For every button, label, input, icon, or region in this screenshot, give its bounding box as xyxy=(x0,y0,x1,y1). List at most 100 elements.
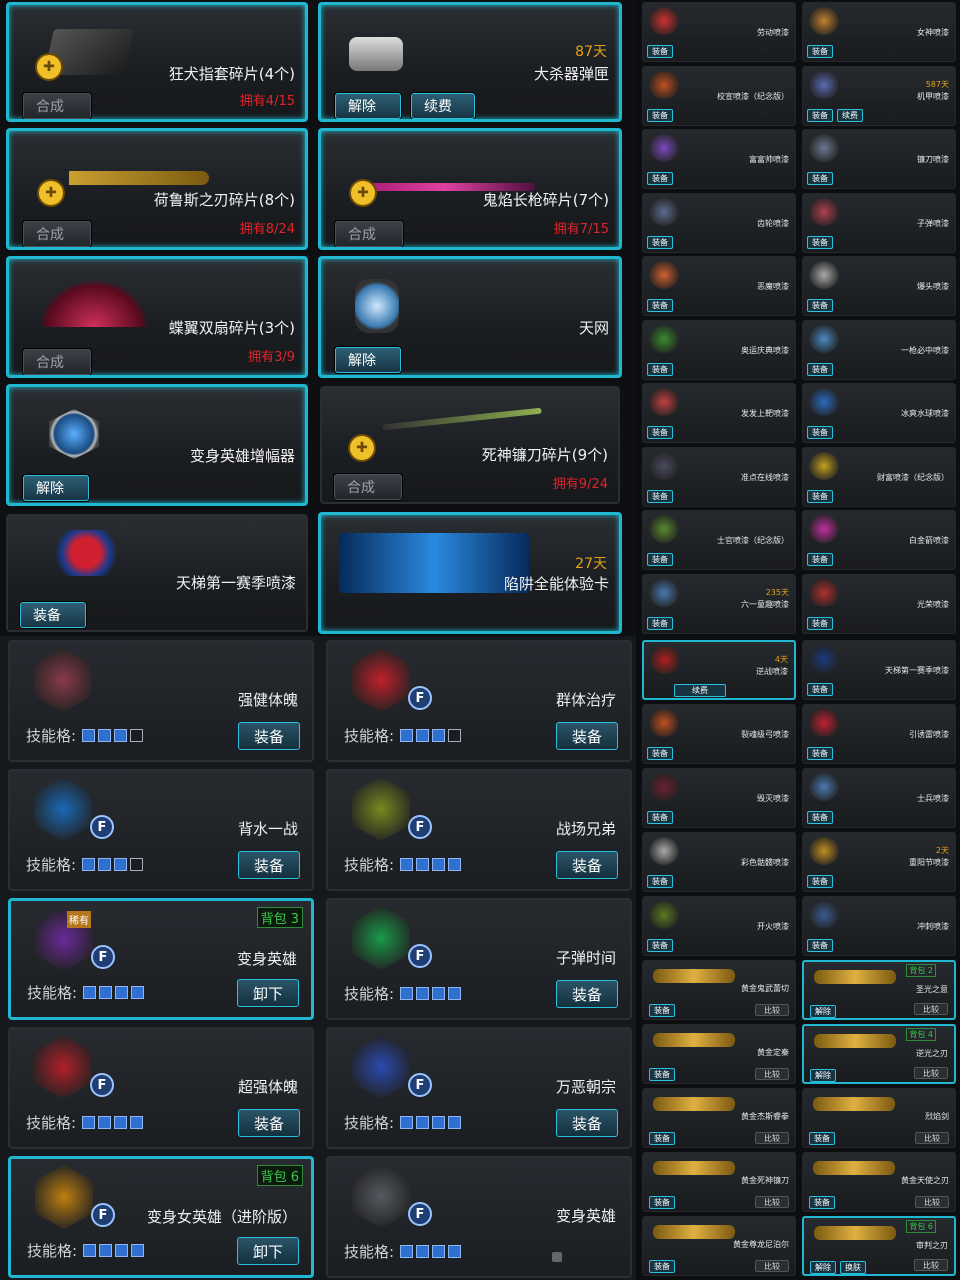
equip-button[interactable]: 装备 xyxy=(649,1132,675,1145)
spray-card-15[interactable]: 财富喷漆（纪念版） 装备 xyxy=(802,446,956,507)
equip-button[interactable]: 装备 xyxy=(807,683,833,696)
spray-card-5[interactable]: 镰刀喷漆 装备 xyxy=(802,129,956,189)
weapon-card-8[interactable]: 黄金尊龙尼泊尔 装备 比较 xyxy=(642,1216,796,1276)
spray-card-b4[interactable]: 毁灭喷漆 装备 xyxy=(642,768,796,828)
equip-button[interactable]: 装备 xyxy=(647,108,673,122)
skill-card-6[interactable]: F 超强体魄 技能格: 装备 xyxy=(8,1027,314,1149)
equip-button[interactable]: 装备 xyxy=(807,426,833,439)
combine-button[interactable]: 合成 xyxy=(23,93,91,119)
renew-button[interactable]: 续费 xyxy=(837,108,863,122)
equip-button[interactable]: 装备 xyxy=(647,362,673,376)
equip-button[interactable]: 装备 xyxy=(649,1260,675,1273)
compare-button[interactable]: 比较 xyxy=(755,1004,789,1016)
spray-card-4[interactable]: 富富帅喷漆 装备 xyxy=(642,129,796,189)
equip-button[interactable]: 装备 xyxy=(556,722,618,750)
equip-button[interactable]: 装备 xyxy=(647,426,673,439)
equip-button[interactable]: 装备 xyxy=(649,1196,675,1209)
compare-button[interactable]: 比较 xyxy=(755,1260,789,1272)
equip-button[interactable]: 装备 xyxy=(647,811,673,824)
skill-card-3[interactable]: F 战场兄弟 技能格: 装备 xyxy=(326,769,632,891)
equip-button[interactable]: 装备 xyxy=(647,45,673,58)
unequip-button[interactable]: 解除 xyxy=(335,93,401,119)
spray-card-8[interactable]: 恶魔喷漆 装备 xyxy=(642,256,796,316)
equip-button[interactable]: 装备 xyxy=(807,108,833,122)
weapon-card-4[interactable]: 黄金杰斯睿拳 装备 比较 xyxy=(642,1088,796,1148)
equip-button[interactable]: 装备 xyxy=(807,299,833,312)
spray-card-13[interactable]: 冰爽水球喷漆 装备 xyxy=(802,383,956,443)
unequip-button[interactable]: 解除 xyxy=(810,1261,836,1274)
inventory-card-5[interactable]: 天网 解除 xyxy=(318,256,622,378)
equip-button[interactable]: 装备 xyxy=(647,299,673,312)
equip-button[interactable]: 装备 xyxy=(807,235,833,249)
renew-button[interactable]: 续费 xyxy=(674,684,726,697)
spray-card-19[interactable]: 光荣喷漆 装备 xyxy=(802,573,956,634)
weapon-card-9[interactable]: 背包 6 审判之刃 解除 换肤 比较 xyxy=(802,1216,956,1276)
equip-button[interactable]: 装备 xyxy=(809,1196,835,1209)
unequip-button[interactable]: 解除 xyxy=(810,1005,836,1018)
unload-button[interactable]: 卸下 xyxy=(237,979,299,1007)
compare-button[interactable]: 比较 xyxy=(755,1068,789,1080)
skill-card-2[interactable]: F 背水一战 技能格: 装备 xyxy=(8,769,314,891)
weapon-card-0[interactable]: 黄金鬼武蕾切 装备 比较 xyxy=(642,960,796,1020)
skill-card-5[interactable]: F 子弹时间 技能格: 装备 xyxy=(326,898,632,1020)
weapon-card-7[interactable]: 黄金天使之刃 装备 比较 xyxy=(802,1152,956,1212)
equip-button[interactable]: 装备 xyxy=(649,1068,675,1081)
equip-button[interactable]: 装备 xyxy=(647,172,673,185)
unequip-button[interactable]: 解除 xyxy=(810,1069,836,1082)
renew-button[interactable]: 续费 xyxy=(411,93,475,119)
equip-button[interactable]: 装备 xyxy=(647,875,673,888)
skill-card-1[interactable]: F 群体治疗 技能格: 装备 xyxy=(326,640,632,762)
spray-card-b7[interactable]: 2天 重阳节喷漆 装备 xyxy=(802,832,956,892)
skill-card-4[interactable]: F 稀有 背包 3 变身英雄 技能格: 卸下 xyxy=(8,898,314,1020)
skill-card-0[interactable]: 强健体魄 技能格: 装备 xyxy=(8,640,314,762)
spray-card-b1[interactable]: 天梯第一赛季喷漆 装备 xyxy=(802,640,956,700)
unequip-button[interactable]: 解除 xyxy=(23,475,89,501)
weapon-card-5[interactable]: 烈焰剑 装备 比较 xyxy=(802,1088,956,1148)
spray-card-12[interactable]: 发发上靶喷漆 装备 xyxy=(642,383,796,443)
spray-card-6[interactable]: 齿轮喷漆 装备 xyxy=(642,192,796,253)
equip-button[interactable]: 装备 xyxy=(647,939,673,952)
spray-card-3[interactable]: 587天 机甲喷漆 装备 续费 xyxy=(802,65,956,126)
spray-card-11[interactable]: 一枪必中喷漆 装备 xyxy=(802,319,956,380)
spray-card-9[interactable]: 爆头喷漆 装备 xyxy=(802,256,956,316)
equip-button[interactable]: 装备 xyxy=(807,362,833,376)
spray-card-b5[interactable]: 士兵喷漆 装备 xyxy=(802,768,956,828)
spray-card-1[interactable]: 女神喷漆 装备 xyxy=(802,2,956,62)
inventory-card-1[interactable]: 87天 大杀器弹匣 解除 续费 xyxy=(318,2,622,122)
spray-card-b8[interactable]: 开火喷漆 装备 xyxy=(642,896,796,956)
equip-button[interactable]: 装备 xyxy=(647,235,673,249)
equip-button[interactable]: 装备 xyxy=(807,811,833,824)
equip-button[interactable]: 装备 xyxy=(556,980,618,1008)
inventory-card-4[interactable]: 蝶翼双扇碎片(3个) 合成 拥有3/9 xyxy=(6,256,308,378)
spray-card-0[interactable]: 劳动喷漆 装备 xyxy=(642,2,796,62)
equip-button[interactable]: 装备 xyxy=(556,851,618,879)
equip-button[interactable]: 装备 xyxy=(807,172,833,185)
equip-button[interactable]: 装备 xyxy=(556,1109,618,1137)
compare-button[interactable]: 比较 xyxy=(914,1067,948,1079)
inventory-card-6[interactable]: 变身英雄增幅器 解除 xyxy=(6,384,308,506)
spray-card-17[interactable]: 白金箭喷漆 装备 xyxy=(802,510,956,570)
equip-button[interactable]: 装备 xyxy=(647,553,673,566)
inventory-card-0[interactable]: ✚ 狂犬指套碎片(4个) 合成 拥有4/15 xyxy=(6,2,308,122)
compare-button[interactable]: 比较 xyxy=(755,1196,789,1208)
inventory-card-3[interactable]: ✚ 鬼焰长枪碎片(7个) 合成 拥有7/15 xyxy=(318,128,622,250)
skill-card-7[interactable]: F 万恶朝宗 技能格: 装备 xyxy=(326,1027,632,1149)
spray-card-b9[interactable]: 冲刺喷漆 装备 xyxy=(802,896,956,956)
spray-card-14[interactable]: 准点在线喷漆 装备 xyxy=(642,446,796,507)
equip-button[interactable]: 装备 xyxy=(807,939,833,952)
skin-button[interactable]: 换肤 xyxy=(840,1261,866,1274)
compare-button[interactable]: 比较 xyxy=(755,1132,789,1144)
equip-button[interactable]: 装备 xyxy=(807,553,833,566)
weapon-card-6[interactable]: 黄金死神镰刀 装备 比较 xyxy=(642,1152,796,1212)
inventory-card-2[interactable]: ✚ 荷鲁斯之刃碎片(8个) 合成 拥有8/24 xyxy=(6,128,308,250)
equip-button[interactable]: 装备 xyxy=(238,851,300,879)
combine-button[interactable]: 合成 xyxy=(23,221,91,247)
spray-card-b3[interactable]: 引诱雷喷漆 装备 xyxy=(802,704,956,764)
equip-button[interactable]: 装备 xyxy=(807,616,833,630)
spray-card-b2[interactable]: 裂魂级弓喷漆 装备 xyxy=(642,704,796,764)
equip-button[interactable]: 装备 xyxy=(238,1109,300,1137)
inventory-card-7[interactable]: ✚ 死神镰刀碎片(9个) 合成 拥有9/24 xyxy=(320,386,620,504)
spray-card-10[interactable]: 奥运庆典喷漆 装备 xyxy=(642,319,796,380)
inventory-card-8[interactable]: 天梯第一赛季喷漆 装备 xyxy=(6,514,308,632)
spray-card-2[interactable]: 校宣喷漆（纪念版） 装备 xyxy=(642,65,796,126)
